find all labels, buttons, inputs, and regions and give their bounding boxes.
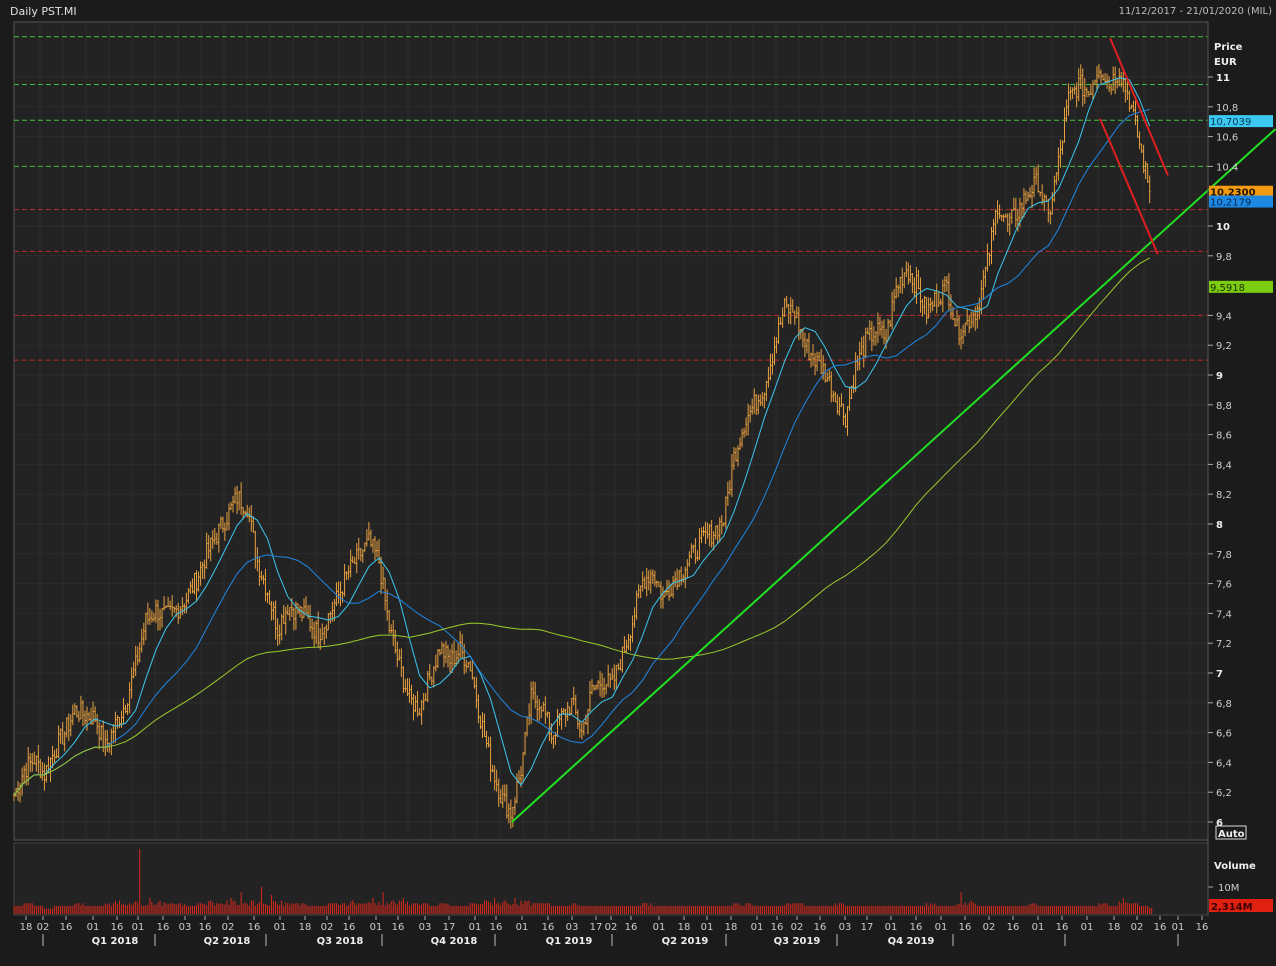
x-tick-label: 01 xyxy=(751,922,764,933)
x-tick-label: 03 xyxy=(566,922,579,933)
y-tick-label: 6 xyxy=(1216,818,1223,829)
x-tick-label: 16 xyxy=(910,922,923,933)
y-axis-label: Price xyxy=(1214,42,1243,53)
y-tick-label: 6,4 xyxy=(1216,758,1232,769)
x-tick-label: 17 xyxy=(443,922,456,933)
x-tick-label: 16 xyxy=(248,922,261,933)
volume-tick: 10M xyxy=(1218,883,1239,894)
x-tick-label: 16 xyxy=(1056,922,1069,933)
x-tick-label: 01 xyxy=(1032,922,1045,933)
y-axis-unit: EUR xyxy=(1214,57,1237,68)
x-tick-label: 01 xyxy=(885,922,898,933)
x-tick-label: 02 xyxy=(983,922,996,933)
y-tick-label: 6,6 xyxy=(1216,729,1232,740)
y-tick-label: 8 xyxy=(1216,520,1223,531)
x-tick-label: 16 xyxy=(1196,922,1209,933)
x-tick-label: 02 xyxy=(321,922,334,933)
quarter-label: Q3 2018 xyxy=(317,936,364,947)
x-tick-label: 16 xyxy=(625,922,638,933)
x-tick-label: 16 xyxy=(814,922,827,933)
quarter-label: Q2 2019 xyxy=(662,936,709,947)
y-tick-label: 9,4 xyxy=(1216,311,1232,322)
volume-label: Volume xyxy=(1214,861,1256,872)
x-tick-label: 01 xyxy=(1081,922,1094,933)
y-tick-label: 7,6 xyxy=(1216,580,1232,591)
x-tick-label: 01 xyxy=(935,922,948,933)
y-tick-label: 10,6 xyxy=(1216,133,1238,144)
x-tick-label: 01 xyxy=(701,922,714,933)
y-tick-label: 10,4 xyxy=(1216,162,1238,173)
x-tick-label: 01 xyxy=(1172,922,1185,933)
quarter-label: Q4 2019 xyxy=(888,936,935,947)
quarter-label: Q1 2019 xyxy=(546,936,593,947)
x-tick-label: 18 xyxy=(678,922,691,933)
y-tick-label: 10,8 xyxy=(1216,103,1238,114)
quarter-label: Q3 2019 xyxy=(774,936,821,947)
x-tick-label: 18 xyxy=(20,922,33,933)
quarter-label: Q4 2018 xyxy=(431,936,478,947)
x-tick-label: 01 xyxy=(132,922,145,933)
y-tick-label: 8,6 xyxy=(1216,431,1232,442)
y-tick-label: 9 xyxy=(1216,371,1223,382)
x-tick-label: 02 xyxy=(1131,922,1144,933)
quarter-label: Q2 2018 xyxy=(204,936,251,947)
x-tick-label: 01 xyxy=(516,922,529,933)
x-tick-label: 18 xyxy=(725,922,738,933)
x-tick-label: 16 xyxy=(542,922,555,933)
y-tick-label: 8,4 xyxy=(1216,460,1232,471)
y-tick-label: 9,2 xyxy=(1216,341,1232,352)
y-tick-label: 7,8 xyxy=(1216,550,1232,561)
last-value-label: 9,5918 xyxy=(1210,283,1245,294)
y-tick-label: 7,4 xyxy=(1216,609,1232,620)
volume-panel[interactable] xyxy=(13,842,1209,916)
x-tick-label: 02 xyxy=(37,922,50,933)
y-tick-label: 8,8 xyxy=(1216,401,1232,412)
x-tick-label: 01 xyxy=(370,922,383,933)
y-tick-label: 6,8 xyxy=(1216,699,1232,710)
x-tick-label: 16 xyxy=(60,922,73,933)
x-tick-label: 16 xyxy=(959,922,972,933)
x-tick-label: 16 xyxy=(771,922,784,933)
x-tick-label: 18 xyxy=(1108,922,1121,933)
last-value-label: 10,2179 xyxy=(1210,198,1251,209)
x-tick-label: 03 xyxy=(419,922,432,933)
x-tick-label: 16 xyxy=(343,922,356,933)
x-tick-label: 01 xyxy=(653,922,666,933)
x-tick-label: 17 xyxy=(590,922,603,933)
x-tick-label: 02 xyxy=(605,922,618,933)
x-tick-label: 02 xyxy=(791,922,804,933)
x-tick-label: 18 xyxy=(299,922,312,933)
quarter-label: Q1 2018 xyxy=(92,936,139,947)
x-tick-label: 01 xyxy=(87,922,100,933)
y-tick-label: 6,2 xyxy=(1216,788,1232,799)
x-tick-label: 16 xyxy=(157,922,170,933)
price-chart[interactable]: 11 10,8 10,6 10,4 10 9,8 9,4 9,2 9 8,8 8,6 8,4 8,2 8 7… xyxy=(0,0,1276,966)
x-tick-label: 16 xyxy=(1007,922,1020,933)
x-tick-label: 16 xyxy=(392,922,405,933)
y-tick-label: 7,2 xyxy=(1216,639,1232,650)
y-tick-label: 7 xyxy=(1216,669,1223,680)
x-tick-label: 17 xyxy=(861,922,874,933)
y-tick-label: 9,8 xyxy=(1216,252,1232,263)
y-tick-label: 11 xyxy=(1216,73,1230,84)
volume-last-value: 2,314M xyxy=(1211,902,1253,913)
x-tick-label: 01 xyxy=(469,922,482,933)
x-tick-label: 01 xyxy=(274,922,287,933)
x-tick-label: 02 xyxy=(222,922,235,933)
y-tick-label: 8,2 xyxy=(1216,490,1232,501)
x-tick-label: 16 xyxy=(1154,922,1167,933)
x-tick-label: 03 xyxy=(839,922,852,933)
auto-scale-label: Auto xyxy=(1218,829,1245,840)
x-tick-label: 16 xyxy=(111,922,124,933)
x-tick-label: 16 xyxy=(199,922,212,933)
x-tick-label: 16 xyxy=(490,922,503,933)
x-tick-label: 03 xyxy=(179,922,192,933)
last-value-label: 10,7039 xyxy=(1210,117,1251,128)
y-tick-label: 10 xyxy=(1216,222,1230,233)
